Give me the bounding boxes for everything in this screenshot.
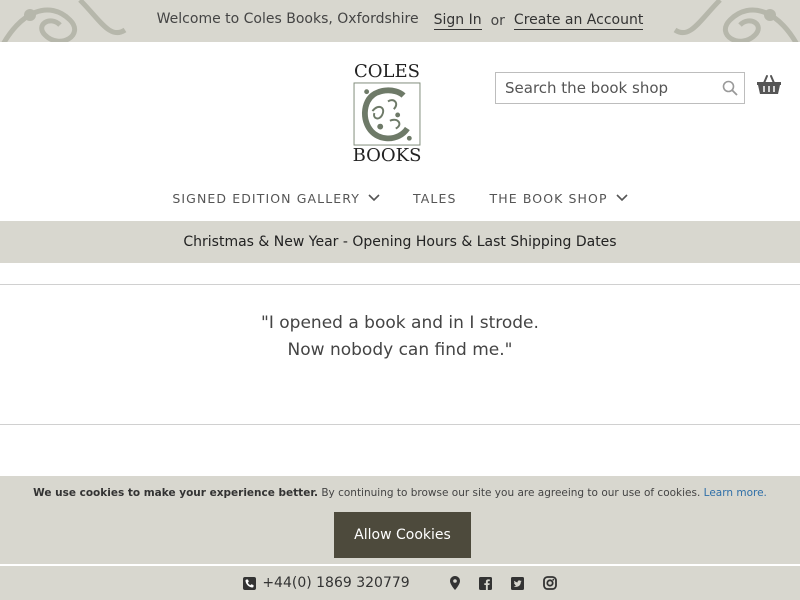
sign-in-link[interactable]: Sign In [433,12,482,30]
welcome-text: Welcome to Coles Books, Oxfordshire [156,11,419,27]
nav-item-the-book-shop[interactable]: THE BOOK SHOP [490,191,628,206]
phone-icon [243,576,257,590]
cookie-message-text: By continuing to browse our site you are… [318,487,704,499]
nav-item-signed-edition-gallery[interactable]: SIGNED EDITION GALLERY [172,191,380,206]
logo-emblem-icon [353,82,421,146]
phone-contact[interactable]: +44(0) 1869 320779 [243,575,410,591]
cookie-message-bold: We use cookies to make your experience b… [33,487,318,499]
main-nav: SIGNED EDITION GALLERY TALES THE BOOK SH… [0,186,800,210]
announcement-banner[interactable]: Christmas & New Year - Opening Hours & L… [0,221,800,263]
or-text: or [490,13,505,29]
facebook-icon[interactable] [478,576,492,590]
basket-icon[interactable] [756,74,782,96]
search-box [495,72,745,104]
divider-top [0,284,800,285]
quote-block: "I opened a book and in I strode. Now no… [0,310,800,364]
chevron-down-icon [368,194,380,202]
cookie-banner: We use cookies to make your experience b… [0,476,800,564]
cookie-message: We use cookies to make your experience b… [0,487,800,499]
instagram-icon[interactable] [542,576,557,590]
allow-cookies-button[interactable]: Allow Cookies [334,512,471,558]
create-account-link[interactable]: Create an Account [513,12,644,30]
quote-line-1: "I opened a book and in I strode. [261,313,539,333]
nav-item-label: TALES [413,190,457,206]
ornament-left-icon [1,0,127,42]
site-logo[interactable]: COLES BOOKS [351,63,423,165]
top-bar: Welcome to Coles Books, Oxfordshire Sign… [0,0,800,42]
map-pin-icon[interactable] [449,576,460,590]
twitter-icon[interactable] [510,576,524,590]
announcement-text: Christmas & New Year - Opening Hours & L… [183,234,617,250]
ornament-right-icon [673,0,799,42]
social-links [449,576,557,590]
nav-item-tales[interactable]: TALES [413,191,457,206]
logo-word-top: COLES [354,61,420,82]
nav-item-label: THE BOOK SHOP [489,190,608,206]
logo-word-bottom: BOOKS [352,145,422,166]
quote-line-2: Now nobody can find me." [287,340,513,360]
divider-bottom [0,424,800,425]
footer-bar: +44(0) 1869 320779 [0,566,800,600]
nav-item-label: SIGNED EDITION GALLERY [172,190,360,206]
search-input[interactable] [496,73,716,103]
chevron-down-icon [616,194,628,202]
learn-more-link[interactable]: Learn more. [704,487,767,499]
phone-number: +44(0) 1869 320779 [262,575,410,591]
search-icon[interactable] [716,80,744,96]
